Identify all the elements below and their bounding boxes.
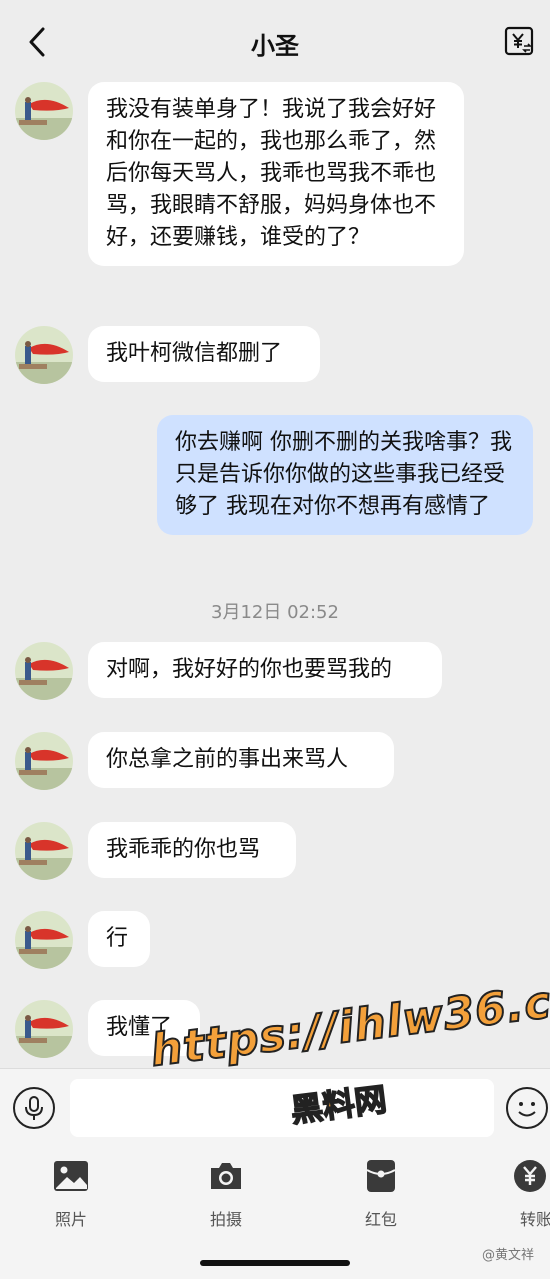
incoming-message[interactable]: 我没有装单身了！我说了我会好好和你在一起的，我也那么乖了，然后你每天骂人，我乖也… bbox=[88, 82, 464, 266]
red-packet-button[interactable]: 红包 bbox=[341, 1156, 421, 1232]
smiley-icon bbox=[518, 1102, 536, 1117]
contact-avatar[interactable] bbox=[15, 822, 73, 880]
watermark-url: https://ihlw36.com bbox=[147, 966, 550, 1077]
transfer-button[interactable] bbox=[502, 24, 536, 58]
incoming-message[interactable]: 我叶柯微信都删了 bbox=[88, 326, 320, 382]
contact-avatar[interactable] bbox=[15, 911, 73, 969]
home-indicator bbox=[200, 1260, 350, 1266]
chat-header: 小圣 bbox=[0, 0, 550, 86]
weibo-credit: @黄文祥 bbox=[482, 1248, 535, 1263]
contact-avatar[interactable] bbox=[15, 82, 73, 140]
camera-label: 拍摄 bbox=[209, 1210, 242, 1229]
red-packet-icon bbox=[366, 1160, 396, 1192]
incoming-message[interactable]: 行 bbox=[88, 911, 150, 967]
transfer-icon bbox=[514, 1160, 546, 1192]
chat-title: 小圣 bbox=[251, 32, 299, 60]
camera-button[interactable]: 拍摄 bbox=[186, 1156, 266, 1232]
message-input-bar bbox=[0, 1068, 550, 1146]
incoming-message[interactable]: 我乖乖的你也骂 bbox=[88, 822, 296, 878]
camera-icon bbox=[211, 1163, 241, 1189]
red-packet-label: 红包 bbox=[364, 1210, 397, 1229]
emoji-button[interactable] bbox=[506, 1087, 548, 1129]
photo-label: 照片 bbox=[54, 1210, 87, 1229]
contact-avatar[interactable] bbox=[15, 732, 73, 790]
voice-input-button[interactable] bbox=[13, 1087, 55, 1129]
photo-button[interactable]: 照片 bbox=[31, 1156, 111, 1232]
outgoing-message[interactable]: 你去赚啊 你删不删的关我啥事？我只是告诉你你做的这些事我已经受够了 我现在对你不… bbox=[157, 415, 533, 535]
transfer-tool-button[interactable]: 转账 bbox=[494, 1156, 550, 1232]
contact-avatar[interactable] bbox=[15, 642, 73, 700]
transfer-label: 转账 bbox=[520, 1210, 550, 1229]
microphone-icon bbox=[25, 1096, 43, 1120]
photo-icon bbox=[54, 1161, 88, 1191]
contact-avatar[interactable] bbox=[15, 326, 73, 384]
message-timestamp: 3月12日 02:52 bbox=[211, 602, 339, 623]
yuan-transfer-icon bbox=[504, 26, 534, 56]
incoming-message[interactable]: 对啊，我好好的你也要骂我的 bbox=[88, 642, 442, 698]
message-input[interactable] bbox=[70, 1079, 494, 1137]
incoming-message[interactable]: 你总拿之前的事出来骂人 bbox=[88, 732, 394, 788]
contact-avatar[interactable] bbox=[15, 1000, 73, 1058]
chat-screen: 小圣 我没有装单身了！我说了我会好好和你在一起的，我也那么乖了，然后你每天骂人，… bbox=[0, 0, 550, 1279]
